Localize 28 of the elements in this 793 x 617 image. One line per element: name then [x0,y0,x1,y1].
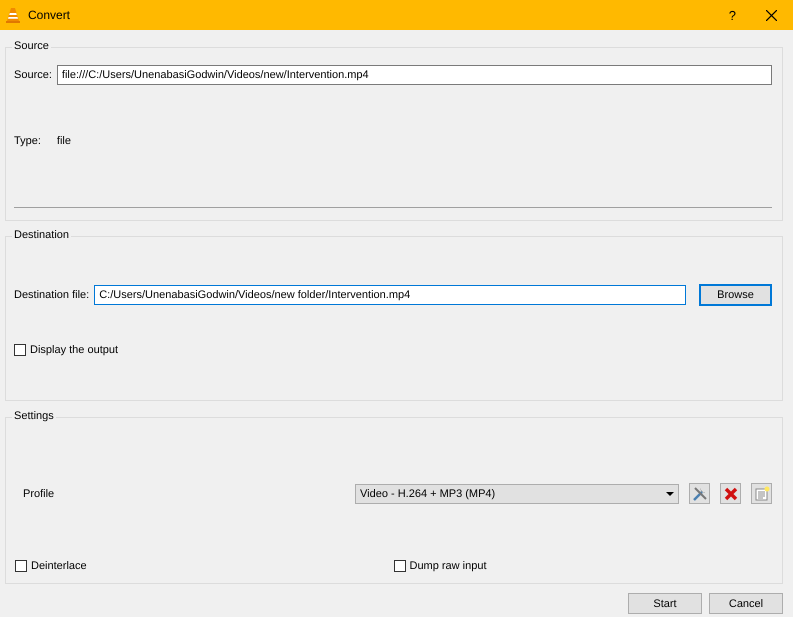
browse-button[interactable]: Browse [699,284,772,306]
dialog-button[interactable]: Start [628,593,702,614]
group-title: Settings [12,410,56,422]
checkbox[interactable] [14,344,26,356]
new-profile-icon[interactable] [751,483,772,504]
help-button[interactable]: ? [728,8,736,22]
group-title: Destination [12,229,72,241]
type-value: file [56,135,71,147]
group-title: Source [12,40,51,52]
profile-label: Profile [23,488,56,500]
checkbox-label: Deinterlace [31,560,87,572]
field-label: Source: [14,69,52,81]
destination-field[interactable]: C:/Users/UnenabasiGodwin/Videos/new folder/Intervention.mp4 [94,285,686,305]
checkbox[interactable] [394,560,406,572]
checkbox-label: Display the output [30,344,118,356]
checkbox-label: Dump raw input [410,560,487,572]
source-field[interactable]: file:///C:/Users/UnenabasiGodwin/Videos/new/Intervention.mp4 [56,65,772,85]
field-label: Destination file: [14,289,90,301]
wrench-screwdriver-icon[interactable] [689,483,710,504]
window-title: Convert [28,8,72,22]
profile-dropdown[interactable]: Video - H.264 + MP3 (MP4) [355,484,679,504]
delete-icon[interactable] [720,483,741,504]
traffic-cone-icon [6,7,20,23]
dialog-button[interactable]: Cancel [709,593,783,614]
close-icon[interactable] [766,10,777,20]
checkbox[interactable] [15,560,27,572]
caret-icon [666,492,674,496]
field-label: Type: [14,135,41,147]
